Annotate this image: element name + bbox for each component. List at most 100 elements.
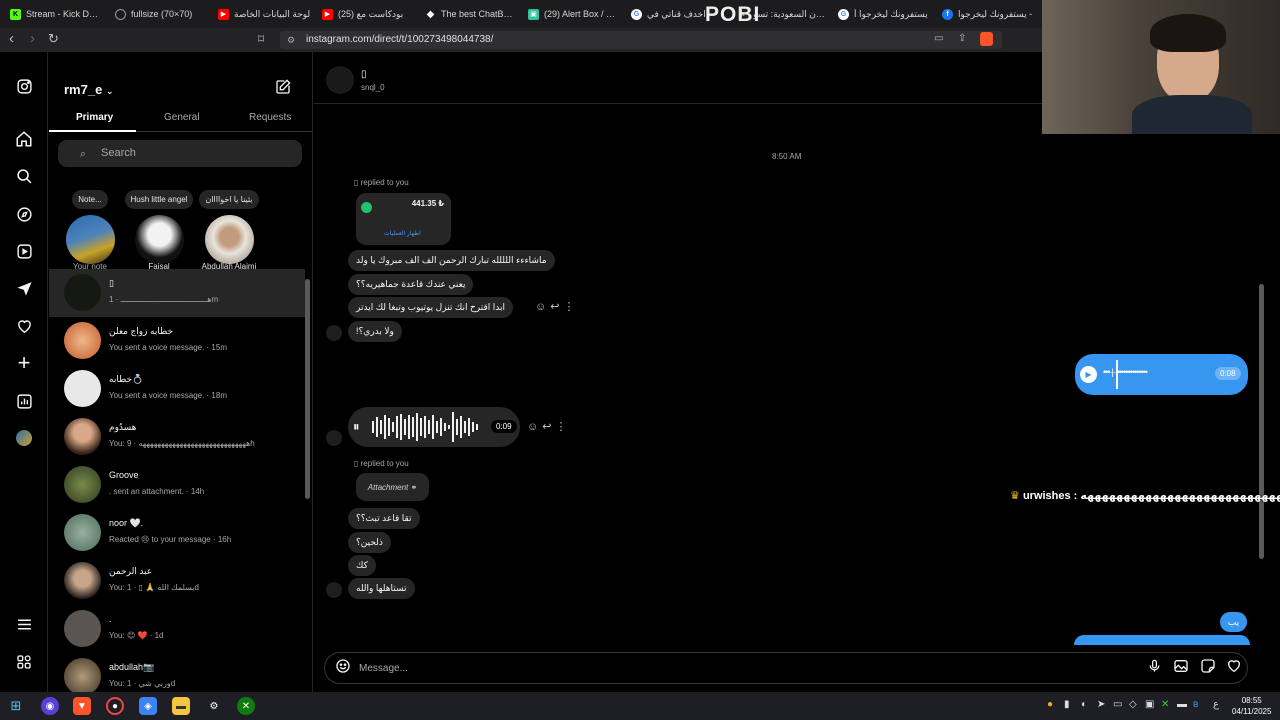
back-icon[interactable]: ‹ [9,30,14,47]
image-icon[interactable] [1173,658,1189,677]
conversation-item[interactable]: noor 🤍. Reacted 😢 to your message · 16h [49,509,305,557]
conversation-item[interactable]: خطابه💍 You sent a voice message. · 18m [49,365,305,413]
obs-icon[interactable]: ● [106,697,124,715]
note-item[interactable]: Hush little angel Faisal [124,185,194,275]
reply-icon[interactable]: ↩ [550,301,563,313]
emoji-icon[interactable] [335,658,351,677]
scrollbar[interactable] [305,279,310,499]
chat-panel: ▯ snql_0 8:50 AM ▯ replied to you 441.35… [314,52,1272,692]
tab-general[interactable]: General [164,112,200,123]
gamepad-icon[interactable]: ▣ [1145,699,1154,710]
volume-icon[interactable]: ◖ [1080,699,1086,710]
forward-icon[interactable]: › [30,30,35,47]
account-switcher[interactable]: rm7_e ⌄ [64,82,113,97]
browser-tab[interactable]: G يستفرونك ليخرجوا أ [838,0,930,28]
note-bubble: بثينا يا اخواااان [199,190,259,209]
address-bar[interactable]: ⚙ instagram.com/direct/t/100273498044738… [280,31,1002,49]
dashboard-icon[interactable] [12,389,36,413]
menu-icon[interactable] [12,612,36,636]
home-icon[interactable] [12,127,36,151]
new-message-icon[interactable] [275,79,291,100]
browser-tab[interactable]: K Stream - Kick Dashb [10,0,102,28]
voice-message[interactable]: ▶ •••·|··•••••••••••••• 0:08 [1075,354,1248,395]
reply-icon[interactable]: ↩ [542,421,555,433]
site-info-icon[interactable]: ⚙ [287,31,295,49]
brave-shield-icon[interactable] [980,32,993,46]
tab-requests[interactable]: Requests [249,112,291,123]
emoji-react-icon[interactable]: ☺ [535,301,550,313]
browser-tab[interactable]: ◆ The best ChatBot a [425,0,515,28]
browser-tab[interactable]: fullsize (70×70) [115,0,210,28]
settings-icon[interactable]: ⚙ [205,697,223,715]
attachment-preview[interactable]: Attachment ⚭ [356,473,429,501]
note-item[interactable]: بثينا يا اخواااان Abdullah Alajmi [194,185,264,275]
conversation-item[interactable]: ▯ هـــــــــــــــــــــــــــــــــــــ … [49,269,305,317]
screen-icon[interactable]: ▭ [934,33,943,44]
conversation-item[interactable]: Groove. sent an attachment. · 14h [49,461,305,509]
bluetooth-icon[interactable]: ʙ [1193,699,1198,710]
message-actions[interactable]: ☺↩⋮ [527,420,570,433]
browser-tab[interactable]: G اخدف قناتي في [631,0,706,28]
battery-icon[interactable]: ▬ [1177,699,1187,710]
language-indicator[interactable]: ع [1213,699,1219,710]
meta-icon[interactable] [12,650,36,674]
conversation-item[interactable]: هسدُوم You: ههههههههههههههههههههههههههههه… [49,413,305,461]
search-icon[interactable] [12,164,36,188]
discord-icon[interactable]: ◉ [41,697,59,715]
profile-icon[interactable] [12,426,36,450]
xbox-icon[interactable]: ✕ [1161,699,1169,710]
tray-app-icon[interactable]: ● [1047,699,1053,710]
heart-icon[interactable] [12,314,36,338]
heart-icon[interactable] [1226,658,1242,677]
message-input[interactable] [359,659,1139,677]
system-clock[interactable]: 08:55 04/11/2025 [1232,695,1271,717]
pause-icon[interactable]: ⏸ [353,419,360,435]
search-input[interactable]: ⌕ Search [58,140,302,167]
microphone-icon[interactable]: ▮ [1064,699,1070,710]
note-item[interactable]: Note... Your note [55,185,125,275]
voice-message[interactable]: ⏸ 0:09 [348,407,520,447]
payment-icon [361,202,372,213]
tab-primary[interactable]: Primary [76,112,113,123]
browser-tab[interactable]: ▣ (29) Alert Box / Stre [528,0,618,28]
messages-icon[interactable] [12,276,36,300]
avatar [64,562,101,599]
microphone-icon[interactable] [1147,658,1162,677]
play-icon[interactable]: ▶ [1080,366,1097,383]
more-icon[interactable]: ⋮ [555,421,570,433]
browser-tab[interactable]: f يستفرونك ليخرجوا - [942,0,1037,28]
xbox-icon[interactable]: ✕ [237,697,255,715]
reels-icon[interactable] [12,239,36,263]
reply-preview[interactable]: 441.35 ₺ اظهار العمليات [356,193,451,245]
network-icon[interactable]: ◇ [1129,699,1137,710]
folder-icon[interactable]: ▬ [172,697,190,715]
emoji-react-icon[interactable]: ☺ [527,421,542,433]
browser-tab[interactable]: ▶ (25) بودكاست مع [322,0,412,28]
message-bubble: ماشاءءء اللللله تبارك الرحمن الف الف مبر… [348,250,555,271]
message-actions[interactable]: ☺↩⋮ [535,300,578,313]
youtube-icon: ▶ [218,8,229,20]
stream-overlay-logo: POBI [705,3,761,26]
sticker-icon[interactable] [1200,658,1216,677]
brave-icon[interactable]: ▼ [73,697,91,715]
monitor-icon[interactable]: ▭ [1113,699,1122,710]
share-icon[interactable]: ⇪ [958,33,966,44]
bookmark-icon[interactable]: ⌑ [258,32,264,46]
reload-icon[interactable]: ↻ [48,31,59,47]
conversation-item[interactable]: . You: 😊 ❤️ · 1d [49,605,305,653]
chat-header[interactable]: ▯ snql_0 [314,52,1042,104]
scrollbar[interactable] [1259,284,1264,559]
avatar [66,215,115,264]
browser-tab[interactable]: ▶ لوحة البيانات الخاصة [218,0,313,28]
app-icon[interactable]: ◈ [139,697,157,715]
message-composer[interactable] [324,652,1248,684]
conversation-item[interactable]: abdullah📷 You: وربي شي · 1d [49,653,305,692]
explore-icon[interactable] [12,202,36,226]
conversation-item[interactable]: عبد الرحمن You: يسلمك الله 🙏 ▯ · 1d [49,557,305,605]
more-icon[interactable]: ⋮ [563,301,578,313]
conversation-item[interactable]: خطابه زواج معلن You sent a voice message.… [49,317,305,365]
instagram-logo-icon[interactable] [12,74,36,98]
windows-start-icon[interactable]: ⊞ [7,697,25,715]
create-icon[interactable]: + [12,350,36,375]
send-icon[interactable]: ➤ [1097,699,1105,710]
